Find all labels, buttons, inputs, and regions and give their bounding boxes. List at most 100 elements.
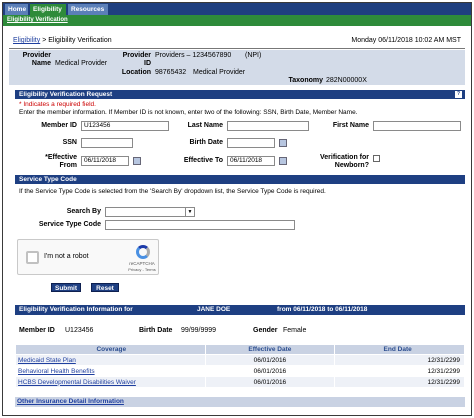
tab-eligibility[interactable]: Eligibility (30, 4, 66, 15)
results-gender-value: Female (283, 327, 307, 334)
newborn-label-2: Newborn? (334, 162, 369, 169)
results-member-id-value: U123456 (65, 327, 94, 334)
effective-to-label: Effective To (183, 157, 223, 164)
end-date-cell: 12/31/2299 (334, 354, 465, 366)
taxonomy-label: Taxonomy (288, 77, 324, 84)
birth-date-calendar-icon[interactable] (279, 139, 287, 147)
end-date-cell: 12/31/2299 (334, 365, 465, 377)
recaptcha-brand: reCAPTCHA (129, 261, 155, 266)
effective-to-input[interactable]: 06/11/2018 (227, 156, 275, 166)
provider-id-value: Providers – 1234567890 (155, 52, 232, 59)
coverage-link-hcbs-dd-waiver[interactable]: HCBS Developmental Disabilities Waiver (18, 379, 136, 386)
sub-nav: Eligibility Verification (3, 15, 471, 26)
newborn-label-1: Verification for (319, 154, 369, 161)
reset-button[interactable]: Reset (91, 283, 119, 292)
last-name-input[interactable] (227, 121, 309, 131)
provider-id-label-1: Provider (122, 52, 151, 59)
newborn-checkbox[interactable] (373, 155, 380, 162)
chevron-down-icon: ▼ (185, 208, 194, 216)
request-section-header: Eligibility Verification Request ? (15, 90, 465, 99)
results-member-name: JANE DOE (197, 306, 231, 313)
top-nav: Home Eligibility Resources (3, 3, 471, 15)
search-by-select[interactable]: ▼ (105, 207, 195, 217)
first-name-label: First Name (332, 122, 369, 129)
recaptcha-links[interactable]: Privacy - Terms (126, 267, 158, 272)
results-birth-date-label: Birth Date (139, 327, 173, 334)
column-header-effective-date: Effective Date (204, 344, 336, 355)
effective-from-input[interactable]: 06/11/2018 (81, 156, 129, 166)
request-section-title: Eligibility Verification Request (19, 91, 113, 98)
last-name-label: Last Name (187, 122, 223, 129)
effective-date-cell: 06/01/2016 (204, 354, 336, 366)
taxonomy-value: 282N00000X (326, 77, 367, 84)
table-row: Behavioral Health Benefits 06/01/2016 12… (15, 365, 465, 377)
location-code: 98765432 (155, 69, 187, 76)
provider-name-label-2: Name (31, 60, 51, 67)
location-label: Location (121, 69, 151, 76)
column-header-coverage: Coverage (15, 344, 206, 355)
location-name: Medical Provider (193, 69, 246, 76)
service-type-code-input[interactable] (105, 220, 295, 230)
results-header-label: Eligibility Verification Information for (19, 306, 133, 313)
results-member-id-label: Member ID (19, 327, 55, 334)
coverage-cell: Behavioral Health Benefits (15, 365, 206, 377)
member-id-label: Member ID (41, 122, 77, 129)
service-section-title: Service Type Code (19, 176, 77, 183)
member-id-input[interactable]: U123456 (81, 121, 169, 131)
help-icon[interactable]: ? (455, 91, 462, 98)
results-header: Eligibility Verification Information for… (15, 305, 465, 315)
coverage-link-medicaid-state-plan[interactable]: Medicaid State Plan (18, 357, 76, 364)
table-row: HCBS Developmental Disabilities Waiver 0… (15, 376, 465, 388)
service-type-code-label: Service Type Code (38, 221, 101, 228)
other-insurance-bar: Other Insurance Detail Information (15, 397, 465, 407)
service-instructions: If the Service Type Code is selected fro… (19, 188, 326, 195)
breadcrumb-separator: > (42, 37, 47, 44)
first-name-input[interactable] (373, 121, 461, 131)
provider-id-type: (NPI) (245, 52, 262, 59)
effective-date-cell: 06/01/2016 (204, 365, 336, 377)
coverage-table: Coverage Effective Date End Date Medicai… (15, 344, 465, 388)
provider-info-panel: Provider Name Medical Provider Provider … (9, 50, 465, 85)
recaptcha-widget: I'm not a robot reCAPTCHA Privacy - Term… (17, 239, 159, 275)
table-row: Medicaid State Plan 06/01/2016 12/31/229… (15, 354, 465, 366)
tab-home[interactable]: Home (5, 4, 28, 15)
submit-button[interactable]: Submit (51, 283, 81, 292)
required-note: * Indicates a required field. (19, 101, 96, 108)
search-by-label: Search By (66, 208, 101, 215)
recaptcha-checkbox[interactable] (26, 251, 39, 264)
provider-name-value: Medical Provider (55, 60, 108, 67)
effective-to-calendar-icon[interactable] (279, 157, 287, 165)
coverage-cell: Medicaid State Plan (15, 354, 206, 366)
end-date-cell: 12/31/2299 (334, 376, 465, 388)
divider (9, 48, 465, 49)
other-insurance-link[interactable]: Other Insurance Detail Information (17, 398, 124, 405)
required-note-text: * Indicates a required field. (19, 101, 96, 108)
sub-nav-eligibility-verification[interactable]: Eligibility Verification (7, 16, 68, 25)
effective-from-label-text: *Effective (45, 154, 77, 161)
app-frame: Home Eligibility Resources Eligibility V… (2, 2, 472, 416)
tab-resources[interactable]: Resources (68, 4, 108, 15)
coverage-cell: HCBS Developmental Disabilities Waiver (15, 376, 206, 388)
table-header-row: Coverage Effective Date End Date (15, 344, 465, 355)
ssn-input[interactable] (81, 138, 133, 148)
provider-name-label-1: Provider (22, 52, 51, 59)
birth-date-input[interactable] (227, 138, 275, 148)
current-datetime: Monday 06/11/2018 10:02 AM MST (351, 37, 461, 44)
breadcrumb: Eligibility > Eligibility Verification (13, 37, 112, 44)
results-birth-date-value: 99/99/9999 (181, 327, 217, 334)
service-section-header: Service Type Code (15, 175, 465, 184)
column-header-end-date: End Date (334, 344, 465, 355)
effective-from-calendar-icon[interactable] (133, 157, 141, 165)
request-instructions: Enter the member information. If Member … (19, 109, 358, 116)
results-member-info: Member ID U123456 Birth Date 99/99/9999 … (15, 325, 465, 337)
ssn-label: SSN (62, 139, 77, 146)
results-gender-label: Gender (253, 327, 278, 334)
recaptcha-logo-icon (136, 245, 150, 259)
breadcrumb-current: Eligibility Verification (48, 37, 112, 44)
breadcrumb-eligibility-link[interactable]: Eligibility (13, 37, 40, 44)
results-date-range: from 06/11/2018 to 06/11/2018 (277, 306, 368, 313)
provider-id-label-2: ID (144, 60, 151, 67)
effective-date-cell: 06/01/2016 (204, 376, 336, 388)
effective-from-label-1: *Effective (19, 154, 77, 161)
coverage-link-behavioral-health[interactable]: Behavioral Health Benefits (18, 368, 95, 375)
